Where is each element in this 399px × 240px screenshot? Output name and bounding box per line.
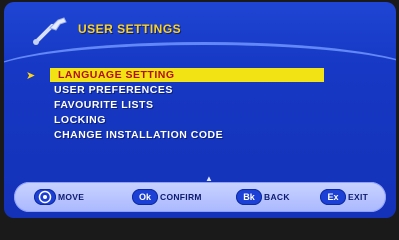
wrench-icon	[33, 17, 67, 45]
arrow-pointer-icon: ➤	[26, 70, 36, 82]
menu-item-locking[interactable]: LOCKING	[54, 113, 106, 127]
hint-confirm-label: CONFIRM	[160, 192, 202, 202]
menu-item-change-installation-code[interactable]: CHANGE INSTALLATION CODE	[54, 128, 223, 142]
hint-exit: Ex EXIT	[320, 189, 368, 205]
menu-item-favourite-lists[interactable]: FAVOURITE LISTS	[54, 98, 153, 112]
tv-screen: USER SETTINGS ➤ LANGUAGE SETTING USER PR…	[4, 2, 396, 218]
hint-back: Bk BACK	[236, 189, 290, 205]
ok-key-icon: Ok	[132, 189, 158, 205]
page-title: USER SETTINGS	[78, 22, 182, 36]
footer-hint-bar: ▲ MOVE Ok CONFIRM Bk BACK Ex EXIT	[14, 175, 386, 212]
scroll-up-indicator-icon: ▲	[205, 174, 213, 183]
header: USER SETTINGS	[4, 2, 396, 54]
hint-exit-label: EXIT	[348, 192, 369, 202]
hint-move-label: MOVE	[58, 192, 85, 202]
hint-back-label: BACK	[264, 192, 290, 202]
hint-move: MOVE	[34, 189, 84, 205]
exit-key-icon: Ex	[320, 189, 346, 205]
back-key-icon: Bk	[236, 189, 262, 205]
dpad-icon	[34, 189, 56, 205]
menu-item-user-preferences[interactable]: USER PREFERENCES	[54, 83, 173, 97]
menu-item-language-setting[interactable]: LANGUAGE SETTING	[50, 68, 324, 82]
hint-confirm: Ok CONFIRM	[132, 189, 202, 205]
